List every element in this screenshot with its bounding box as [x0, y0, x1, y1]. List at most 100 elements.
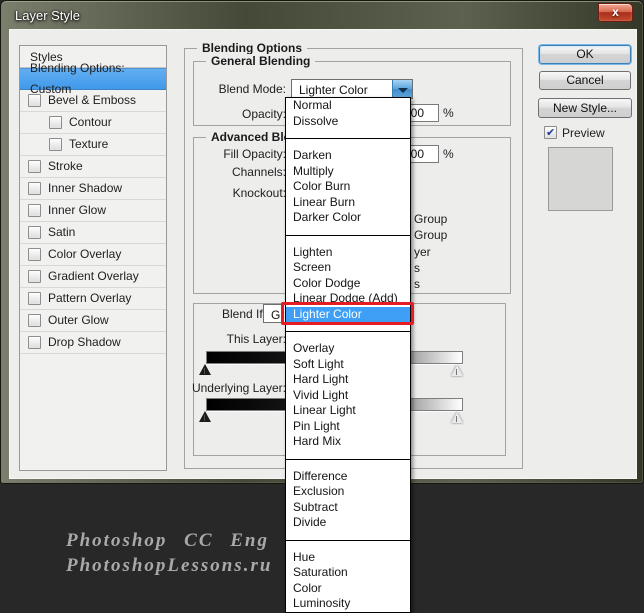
menu-item-normal[interactable]: Normal: [286, 98, 410, 114]
sidebar-item-label: Contour: [69, 115, 112, 129]
sidebar-item-color-overlay[interactable]: Color Overlay: [20, 244, 166, 266]
menu-item-darker-color[interactable]: Darker Color: [286, 210, 410, 226]
this-layer-label: This Layer:: [226, 332, 286, 346]
channels-label: Channels:: [231, 165, 286, 179]
menu-item-hue[interactable]: Hue: [286, 550, 410, 566]
close-icon: x: [612, 5, 619, 19]
label-fragment: s: [414, 277, 420, 292]
blend-mode-value: Lighter Color: [299, 83, 368, 97]
sidebar-item-label: Inner Glow: [48, 203, 107, 217]
menu-item-lighten[interactable]: Lighten: [286, 245, 410, 261]
blend-if-label: Blend If:: [221, 307, 266, 321]
watermark: Photoshop CC Eng PhotoshopLessons.ru: [66, 528, 272, 578]
fill-opacity-label: Fill Opacity:: [223, 147, 286, 161]
checkbox-icon[interactable]: [28, 226, 41, 239]
sidebar-item-outer-glow[interactable]: Outer Glow: [20, 310, 166, 332]
menu-item-lighter-color[interactable]: Lighter Color: [286, 306, 410, 322]
label-fragment: Group: [414, 228, 448, 243]
sidebar-item-inner-glow[interactable]: Inner Glow: [20, 200, 166, 222]
cancel-button[interactable]: Cancel: [539, 71, 631, 90]
checkbox-icon[interactable]: [28, 336, 41, 349]
watermark-line1: Photoshop CC Eng: [66, 530, 269, 551]
menu-separator: [286, 458, 410, 460]
styles-list: Blending Options: Custom Bevel & Emboss Co…: [20, 61, 166, 354]
window-title: Layer Style: [15, 8, 81, 23]
checkbox-icon[interactable]: [28, 182, 41, 195]
checkbox-icon[interactable]: [28, 204, 41, 217]
sidebar-item-label: Satin: [48, 225, 76, 239]
blend-mode-select[interactable]: Lighter Color: [291, 79, 413, 99]
menu-item-color[interactable]: Color: [286, 581, 410, 597]
preview-checkbox[interactable]: [544, 126, 557, 139]
sidebar-item-label: Texture: [69, 137, 109, 151]
menu-item-color-burn[interactable]: Color Burn: [286, 179, 410, 195]
menu-item-hard-mix[interactable]: Hard Mix: [286, 434, 410, 450]
checkbox-icon[interactable]: [28, 248, 41, 261]
menu-item-linear-dodge-add[interactable]: Linear Dodge (Add): [286, 291, 410, 307]
sidebar-item-contour[interactable]: Contour: [20, 112, 166, 134]
panel-title: Blending Options: [197, 41, 307, 55]
ok-button[interactable]: OK: [539, 45, 631, 64]
chevron-down-icon[interactable]: [392, 80, 412, 98]
checkbox-icon[interactable]: [49, 138, 62, 151]
label-fragment: Group: [414, 212, 448, 226]
sidebar-item-inner-shadow[interactable]: Inner Shadow: [20, 178, 166, 200]
menu-item-difference[interactable]: Difference: [286, 469, 410, 485]
general-blending-title: General Blending: [206, 54, 316, 68]
blend-mode-label: Blend Mode:: [218, 82, 286, 96]
checkbox-icon[interactable]: [28, 160, 41, 173]
menu-item-subtract[interactable]: Subtract: [286, 500, 410, 516]
sidebar-item-satin[interactable]: Satin: [20, 222, 166, 244]
menu-item-dissolve[interactable]: Dissolve: [286, 114, 410, 130]
menu-item-linear-light[interactable]: Linear Light: [286, 403, 410, 419]
menu-item-luminosity[interactable]: Luminosity: [286, 596, 410, 612]
new-style-button[interactable]: New Style...: [538, 98, 632, 118]
menu-item-color-dodge[interactable]: Color Dodge: [286, 276, 410, 292]
menu-item-overlay[interactable]: Overlay: [286, 341, 410, 357]
checkbox-icon[interactable]: [49, 116, 62, 129]
sidebar-item-label: Gradient Overlay: [48, 269, 139, 283]
menu-separator: [286, 539, 410, 541]
label-fragment: yer: [414, 244, 431, 259]
underlying-black-slider-handle[interactable]: [199, 411, 211, 422]
knockout-label: Knockout:: [232, 186, 286, 200]
label-fragment: s: [414, 260, 420, 275]
menu-item-vivid-light[interactable]: Vivid Light: [286, 388, 410, 404]
menu-item-exclusion[interactable]: Exclusion: [286, 484, 410, 500]
menu-item-screen[interactable]: Screen: [286, 260, 410, 276]
underlying-white-slider-handle[interactable]: [451, 412, 463, 423]
menu-separator: [286, 138, 410, 139]
sidebar-item-pattern-overlay[interactable]: Pattern Overlay: [20, 288, 166, 310]
sidebar-item-label: Inner Shadow: [48, 181, 123, 195]
opacity-label: Opacity:: [241, 107, 286, 121]
preview-label: Preview: [562, 126, 605, 140]
screenshot-stage: Layer Style Styles Blending Options: Cus…: [0, 0, 644, 613]
sidebar-item-texture[interactable]: Texture: [20, 134, 166, 156]
styles-sidebar: Styles Blending Options: Custom Bevel & E…: [19, 45, 167, 471]
menu-item-soft-light[interactable]: Soft Light: [286, 357, 410, 373]
sidebar-item-label: Color Overlay: [48, 247, 122, 261]
menu-item-linear-burn[interactable]: Linear Burn: [286, 195, 410, 211]
menu-item-hard-light[interactable]: Hard Light: [286, 372, 410, 388]
menu-separator: [286, 234, 410, 236]
checkbox-icon[interactable]: [28, 94, 41, 107]
checkbox-icon[interactable]: [28, 270, 41, 283]
sidebar-item-blending-options-custom[interactable]: Blending Options: Custom: [20, 61, 166, 96]
checkbox-icon[interactable]: [28, 314, 41, 327]
sidebar-item-gradient-overlay[interactable]: Gradient Overlay: [20, 266, 166, 288]
this-layer-black-slider-handle[interactable]: [199, 364, 211, 375]
menu-item-multiply[interactable]: Multiply: [286, 164, 410, 180]
menu-item-pin-light[interactable]: Pin Light: [286, 419, 410, 435]
this-layer-white-slider-handle[interactable]: [451, 365, 463, 376]
close-button[interactable]: x: [598, 3, 633, 22]
checkbox-icon[interactable]: [28, 292, 41, 305]
menu-item-saturation[interactable]: Saturation: [286, 565, 410, 581]
menu-item-darken[interactable]: Darken: [286, 148, 410, 164]
sidebar-item-stroke[interactable]: Stroke: [20, 156, 166, 178]
sidebar-item-drop-shadow[interactable]: Drop Shadow: [20, 332, 166, 354]
fill-opacity-unit: %: [443, 147, 454, 161]
watermark-line2: PhotoshopLessons.ru: [66, 555, 273, 576]
menu-item-divide[interactable]: Divide: [286, 515, 410, 531]
sidebar-item-label: Drop Shadow: [48, 335, 121, 349]
opacity-unit: %: [443, 106, 454, 120]
